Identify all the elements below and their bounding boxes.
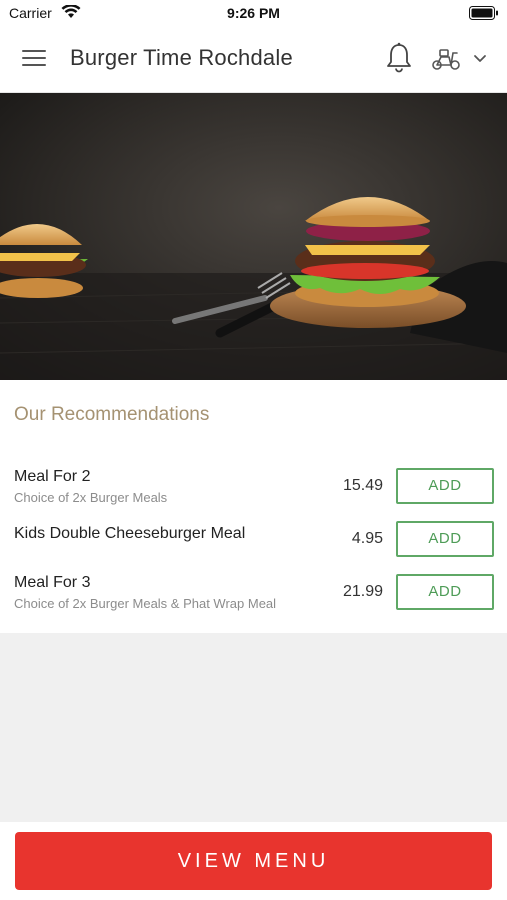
item-name: Kids Double Cheeseburger Meal — [14, 525, 246, 542]
list-item: Meal For 3 Choice of 2x Burger Meals & P… — [0, 574, 507, 618]
add-button[interactable]: ADD — [396, 521, 494, 557]
battery-icon — [469, 6, 498, 20]
view-menu-button[interactable]: VIEW MENU — [15, 832, 492, 890]
item-price: 4.95 — [351, 530, 383, 547]
item-name: Meal For 3 — [14, 574, 91, 591]
bell-icon[interactable] — [385, 42, 413, 74]
add-button[interactable]: ADD — [396, 574, 494, 610]
item-description: Choice of 2x Burger Meals — [14, 490, 168, 505]
list-item: Meal For 2 Choice of 2x Burger Meals 15.… — [0, 468, 507, 512]
menu-icon[interactable] — [22, 47, 48, 69]
page-title: Burger Time Rochdale — [70, 45, 293, 70]
list-item: Kids Double Cheeseburger Meal 4.95 ADD — [0, 521, 507, 565]
add-button[interactable]: ADD — [396, 468, 494, 504]
status-time: 9:26 PM — [227, 5, 280, 21]
status-bar: Carrier 9:26 PM — [0, 0, 507, 26]
item-name: Meal For 2 — [14, 468, 91, 485]
app-header: Burger Time Rochdale — [0, 26, 507, 93]
recommendations-title: Our Recommendations — [14, 404, 210, 425]
recommendations-section: Our Recommendations Meal For 2 Choice of… — [0, 380, 507, 633]
item-price: 15.49 — [342, 477, 383, 494]
burger-photo — [0, 93, 507, 380]
bottom-bar: VIEW MENU — [0, 822, 507, 900]
chevron-down-icon[interactable] — [473, 53, 487, 63]
item-description: Choice of 2x Burger Meals & Phat Wrap Me… — [14, 596, 277, 611]
hero-image — [0, 93, 507, 380]
scooter-icon[interactable] — [431, 47, 461, 71]
item-price: 21.99 — [342, 583, 383, 600]
